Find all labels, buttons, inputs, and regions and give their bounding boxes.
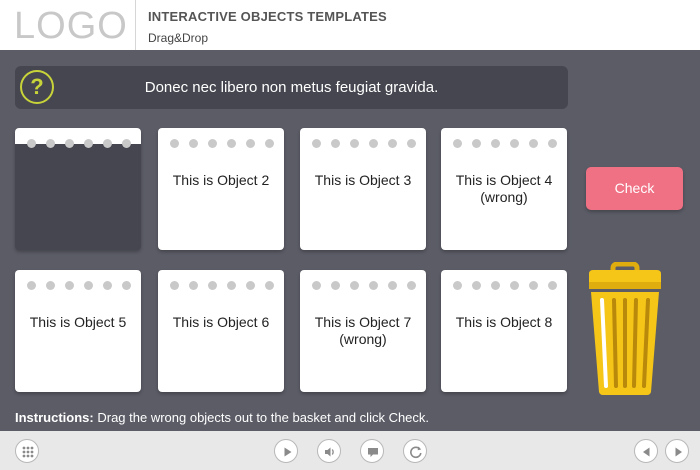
drag-object-2[interactable]: This is Object 2 — [158, 128, 284, 250]
page-subtitle: Drag&Drop — [148, 31, 209, 45]
binder-holes — [453, 139, 557, 149]
question-bar: ? Donec nec libero non metus feugiat gra… — [15, 66, 568, 109]
binder-holes — [170, 281, 274, 291]
drag-object-3[interactable]: This is Object 3 — [300, 128, 426, 250]
drag-object-6[interactable]: This is Object 6 — [158, 270, 284, 392]
replay-icon[interactable] — [403, 439, 427, 463]
next-icon[interactable] — [665, 439, 689, 463]
object-label: This is Object 2 — [172, 172, 270, 188]
page-title: INTERACTIVE OBJECTS TEMPLATES — [148, 9, 387, 24]
drag-object-4[interactable]: This is Object 4 (wrong) — [441, 128, 567, 250]
check-button[interactable]: Check — [586, 167, 683, 210]
previous-icon[interactable] — [634, 439, 658, 463]
binder-holes — [453, 281, 557, 291]
object-label: This is Object 8 — [455, 314, 553, 330]
drag-object-7[interactable]: This is Object 7 (wrong) — [300, 270, 426, 392]
play-icon[interactable] — [274, 439, 298, 463]
player-footer — [0, 431, 700, 470]
logo: LOGO — [0, 0, 136, 50]
object-label: This is Object 7 (wrong) — [314, 314, 412, 347]
menu-grid-icon[interactable] — [15, 439, 39, 463]
object-label: This is Object 3 — [314, 172, 412, 188]
drag-object-5[interactable]: This is Object 5 — [15, 270, 141, 392]
binder-holes — [27, 281, 131, 291]
question-text: Donec nec libero non metus feugiat gravi… — [144, 79, 439, 96]
header: LOGO INTERACTIVE OBJECTS TEMPLATES Drag&… — [0, 0, 700, 50]
binder-holes — [312, 281, 416, 291]
logo-text: LOGO — [14, 5, 128, 47]
object-label: This is Object 4 (wrong) — [455, 172, 553, 205]
instructions-text: Drag the wrong objects out to the basket… — [93, 410, 430, 425]
binder-holes — [27, 139, 131, 149]
object-label: This is Object 5 — [29, 314, 127, 330]
instructions-label: Instructions: — [15, 410, 94, 425]
instructions: Instructions: Drag the wrong objects out… — [15, 410, 429, 425]
volume-icon[interactable] — [317, 439, 341, 463]
binder-holes — [170, 139, 274, 149]
subtitles-icon[interactable] — [360, 439, 384, 463]
object-label: This is Object 6 — [172, 314, 270, 330]
binder-holes — [312, 139, 416, 149]
trash-can-icon[interactable] — [585, 261, 665, 397]
drag-object-8[interactable]: This is Object 8 — [441, 270, 567, 392]
drop-slot-1[interactable] — [15, 128, 141, 250]
